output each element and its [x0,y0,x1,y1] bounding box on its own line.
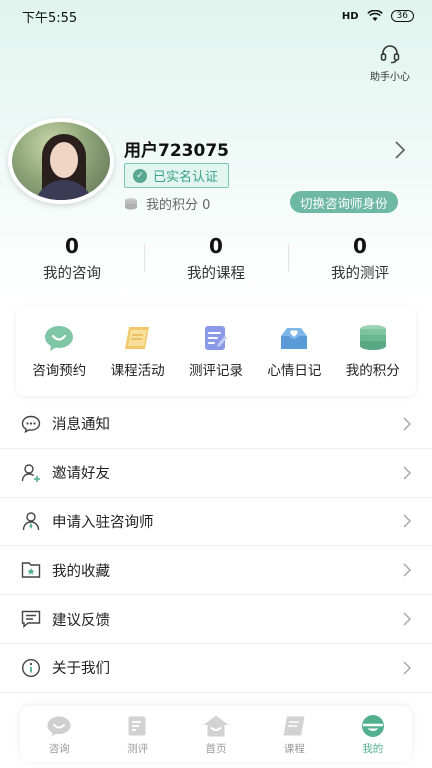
tab-label: 咨询 [48,742,70,755]
stat-value: 0 [353,234,367,258]
stat-label: 我的测评 [331,266,389,282]
profile-chevron-right-icon[interactable] [394,140,406,160]
tab-courses[interactable]: 课程 [264,713,324,756]
menu-item-label: 建议反馈 [52,612,110,629]
tab-label: 我的 [362,742,384,755]
headset-icon [380,45,400,64]
switch-role-button[interactable]: 切换咨询师身份 [290,191,398,213]
tab-label: 首页 [205,742,227,755]
chevron-right-icon [403,514,412,529]
bottom-tabbar: 咨询 测评 首页 课程 我的 [20,706,412,762]
quick-action-label: 心情日记 [267,363,322,379]
add-friend-icon [20,462,42,484]
username: 用户723075 [124,141,229,161]
chevron-right-icon [403,612,412,626]
folder-star-icon [20,559,42,581]
stat-consultations[interactable]: 0 我的咨询 [0,234,144,283]
menu-item-notifications[interactable]: 消息通知 [0,400,432,449]
stats-row: 0 我的咨询 0 我的课程 0 我的测评 [0,234,432,283]
quick-action-consult[interactable]: 咨询预约 [20,323,98,379]
menu-item-apply-counselor[interactable]: 申请入驻咨询师 [0,498,432,547]
quick-action-course[interactable]: 课程活动 [99,323,177,379]
status-bar: 下午5:55 HD 36 [0,0,432,32]
stat-label: 我的课程 [187,266,245,282]
feedback-icon [20,608,42,630]
wifi-icon [366,10,383,21]
menu-item-label: 关于我们 [52,661,110,678]
quick-action-assessment[interactable]: 测评记录 [177,323,255,379]
stat-courses[interactable]: 0 我的课程 [144,234,288,283]
status-icons: HD 36 [342,10,414,22]
points-info[interactable]: 我的积分 0 [124,194,210,213]
menu-item-favorites[interactable]: 我的收藏 [0,546,432,596]
signal-icon: HD [341,10,359,22]
menu-item-label: 我的收藏 [52,563,110,580]
battery-icon: 36 [390,10,414,22]
message-icon [20,413,42,435]
chevron-right-icon [403,563,412,577]
counselor-icon [20,510,42,532]
book-icon [283,716,305,735]
chat-bubble-icon [45,326,74,351]
profile-face-icon [361,714,384,737]
status-time: 下午5:55 [22,10,78,26]
verified-label: 已实名认证 [153,170,219,185]
mailbox-icon [281,328,308,349]
chat-bubble-icon [47,716,71,736]
menu-item-label: 消息通知 [52,417,110,434]
quick-action-points[interactable]: 我的积分 [334,323,412,379]
stat-label: 我的咨询 [43,266,101,282]
quick-action-diary[interactable]: 心情日记 [255,323,333,379]
check-icon: ✓ [133,168,147,183]
menu-item-label: 邀请好友 [52,466,110,483]
quick-action-label: 我的积分 [345,363,400,379]
menu-item-label: 申请入驻咨询师 [52,514,154,531]
quick-action-label: 课程活动 [110,363,165,379]
quick-action-label: 测评记录 [188,363,243,379]
avatar[interactable] [8,118,114,204]
coin-icon [125,197,137,210]
coin-stack-icon [359,325,386,350]
menu-item-feedback[interactable]: 建议反馈 [0,595,432,644]
verified-badge: ✓ 已实名认证 [124,163,230,188]
points-label: 我的积分 0 [146,198,211,213]
settings-menu: 消息通知 邀请好友 申请入驻咨询师 我的收藏 建议反馈 关于我们 [0,400,432,693]
helper-label: 助手小心 [370,72,410,83]
quick-action-label: 咨询预约 [32,363,87,379]
chevron-right-icon [403,466,412,480]
tab-label: 课程 [283,742,305,755]
stat-value: 0 [65,234,79,258]
stat-assessments[interactable]: 0 我的测评 [288,234,432,283]
helper-button[interactable]: 助手小心 [364,44,416,83]
menu-item-invite[interactable]: 邀请好友 [0,449,432,498]
chevron-right-icon [403,661,412,675]
tab-assessment[interactable]: 测评 [108,713,168,756]
notepad-icon [204,326,227,350]
info-icon [20,657,42,679]
chevron-right-icon [403,417,412,431]
book-icon [124,327,149,349]
tab-home[interactable]: 首页 [186,713,246,756]
home-icon [203,715,229,736]
menu-item-about[interactable]: 关于我们 [0,644,432,693]
quick-actions-card: 咨询预约 课程活动 测评记录 心情日记 我的积分 [16,306,416,396]
stat-value: 0 [209,234,223,258]
tab-consult[interactable]: 咨询 [29,713,89,756]
tab-label: 测评 [127,742,149,755]
notepad-icon [128,716,146,735]
tab-mine[interactable]: 我的 [343,713,403,756]
